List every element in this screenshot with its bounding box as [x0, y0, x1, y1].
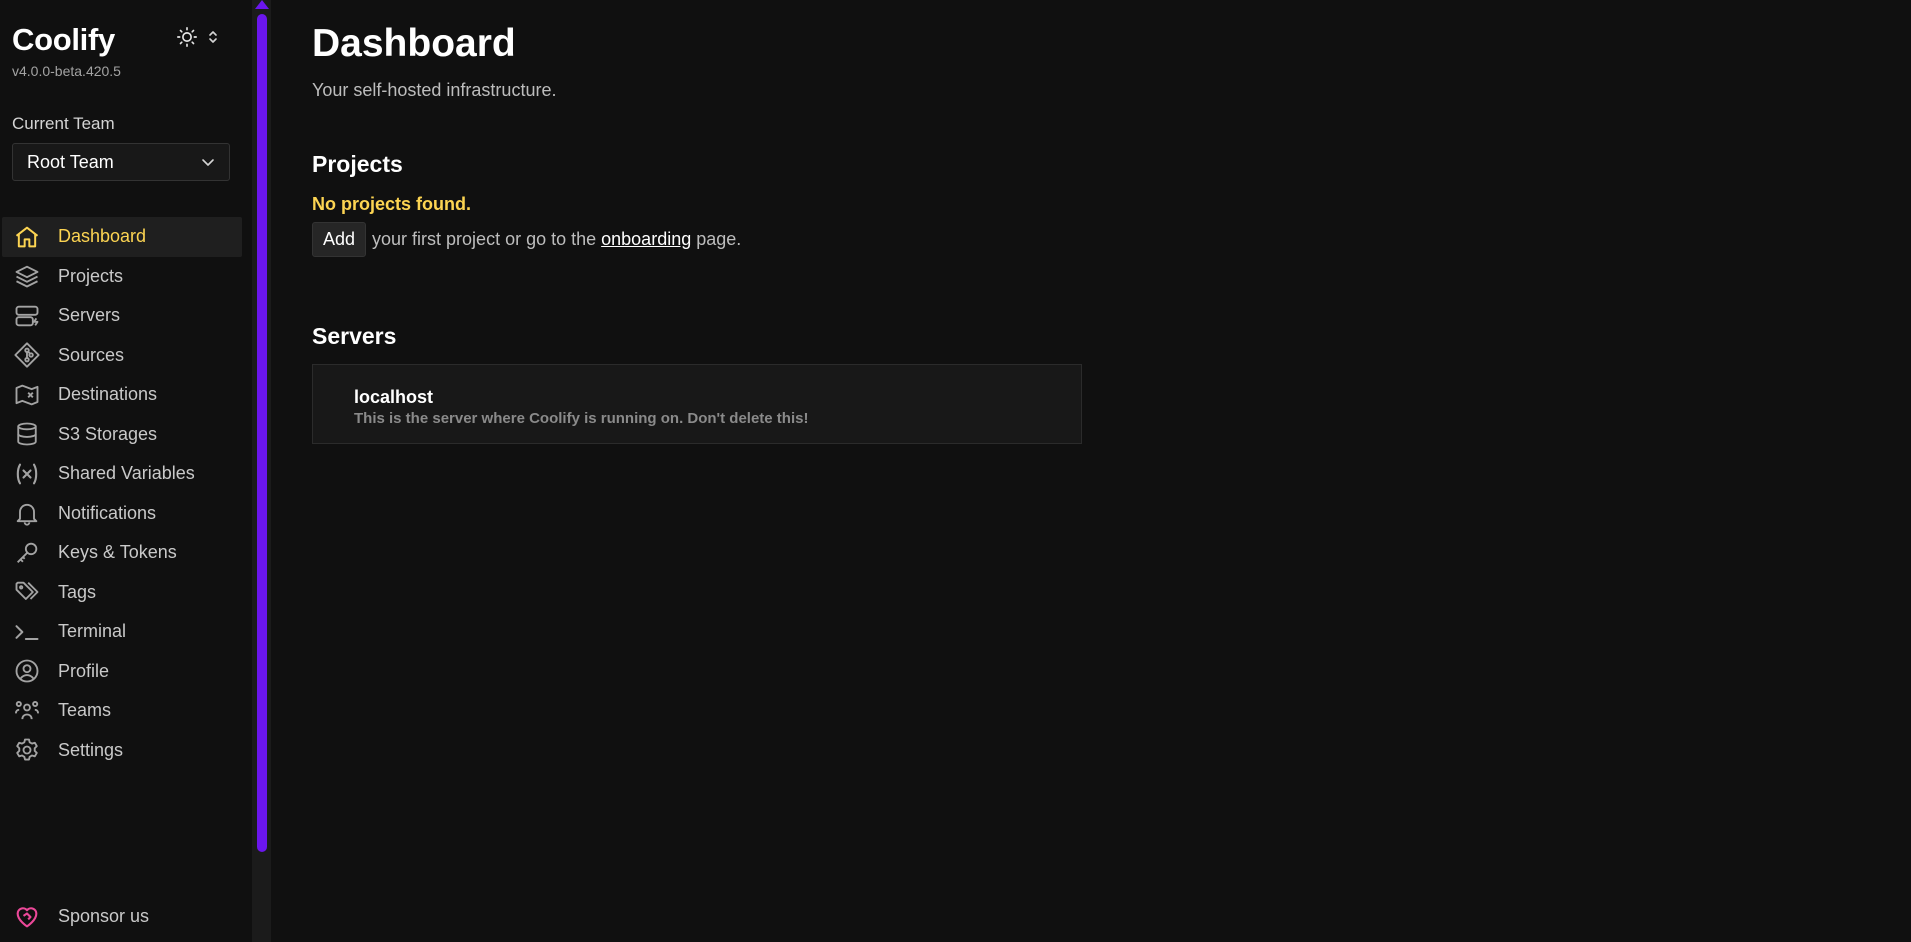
app-logo[interactable]: Coolify: [12, 22, 115, 58]
sidebar-item-label: Projects: [58, 265, 124, 286]
git-branch-icon: [14, 342, 40, 368]
sidebar-item-keys-tokens[interactable]: Keys & Tokens: [2, 533, 242, 573]
sidebar-item-projects[interactable]: Projects: [2, 257, 242, 297]
team-select[interactable]: Root Team: [12, 143, 230, 181]
layers-icon: [15, 265, 39, 288]
sidebar-scrollbar-thumb[interactable]: [257, 14, 267, 852]
scrollbar-up-arrow[interactable]: [255, 0, 269, 9]
heart-handshake-icon: [16, 907, 38, 928]
no-projects-message: No projects found.: [312, 194, 471, 214]
sponsor-label: Sponsor us: [58, 906, 150, 927]
team-select-value: Root Team: [27, 151, 114, 172]
servers-heading: Servers: [312, 323, 397, 349]
sidebar-item-destinations[interactable]: Destinations: [2, 375, 242, 415]
sidebar-item-label: Tags: [58, 581, 97, 602]
onboarding-link[interactable]: onboarding: [601, 229, 691, 250]
add-project-button[interactable]: Add: [312, 222, 367, 257]
sidebar-item-label: Sources: [58, 344, 125, 365]
sidebar-item-notifications[interactable]: Notifications: [2, 494, 242, 534]
page-subtitle: Your self-hosted infrastructure.: [312, 80, 557, 100]
theme-toggle-button[interactable]: [176, 26, 218, 48]
sidebar-item-label: Terminal: [58, 621, 127, 642]
sidebar-item-sources[interactable]: Sources: [2, 336, 242, 376]
map-icon: [15, 384, 39, 406]
sidebar-item-shared-variables[interactable]: Shared Variables: [2, 454, 242, 494]
database-icon: [17, 422, 37, 446]
sidebar-item-label: Dashboard: [58, 226, 147, 247]
bell-icon: [16, 504, 38, 526]
chevron-updown-icon: [209, 31, 217, 43]
projects-heading: Projects: [312, 151, 403, 177]
home-icon: [15, 226, 39, 248]
add-project-text-end: page.: [696, 229, 742, 249]
sidebar-nav: Dashboard Projects Servers Sources Desti…: [2, 217, 242, 770]
sidebar-item-label: Teams: [58, 700, 112, 721]
sun-icon: [177, 27, 197, 47]
gear-icon: [16, 738, 38, 761]
user-circle-icon: [15, 659, 39, 683]
sidebar-item-dashboard[interactable]: Dashboard: [2, 217, 242, 257]
sidebar-item-teams[interactable]: Teams: [2, 691, 242, 731]
terminal-icon: [15, 624, 39, 640]
sidebar-item-label: Shared Variables: [58, 463, 195, 484]
sidebar-item-label: S3 Storages: [58, 423, 158, 444]
sidebar-item-terminal[interactable]: Terminal: [2, 612, 242, 652]
app-version: v4.0.0-beta.420.5: [12, 63, 121, 79]
sidebar-item-label: Destinations: [58, 384, 158, 405]
sidebar-item-servers[interactable]: Servers: [2, 296, 242, 336]
sidebar-item-s3-storages[interactable]: S3 Storages: [2, 415, 242, 455]
server-card-localhost[interactable]: localhost This is the server where Cooli…: [312, 364, 1082, 444]
server-name: localhost: [354, 387, 434, 407]
sponsor-section: Sponsor us: [2, 897, 242, 937]
sidebar-item-settings[interactable]: Settings: [2, 731, 242, 771]
variable-icon: [16, 463, 38, 485]
sidebar-item-label: Settings: [58, 739, 124, 760]
key-icon: [17, 542, 38, 563]
server-icon: [15, 305, 39, 327]
page-title: Dashboard: [312, 22, 516, 65]
add-project-text: your first project or go to the: [372, 229, 597, 249]
sidebar-item-profile[interactable]: Profile: [2, 652, 242, 692]
current-team-label: Current Team: [12, 114, 115, 133]
server-description: This is the server where Coolify is runn…: [354, 410, 809, 427]
sidebar-item-label: Servers: [58, 305, 121, 326]
tag-icon: [15, 581, 39, 601]
sidebar-item-label: Keys & Tokens: [58, 542, 177, 563]
sidebar-item-label: Notifications: [58, 502, 157, 523]
add-project-row: Add your first project or go to the onbo…: [312, 222, 741, 257]
sidebar-item-label: Profile: [58, 660, 110, 681]
chevron-down-icon: [202, 159, 214, 166]
sidebar-item-tags[interactable]: Tags: [2, 573, 242, 613]
sidebar: Coolify v4.0.0-beta.420.5 Current Team R…: [0, 0, 252, 942]
users-icon: [14, 700, 40, 719]
sponsor-link[interactable]: Sponsor us: [2, 897, 242, 937]
